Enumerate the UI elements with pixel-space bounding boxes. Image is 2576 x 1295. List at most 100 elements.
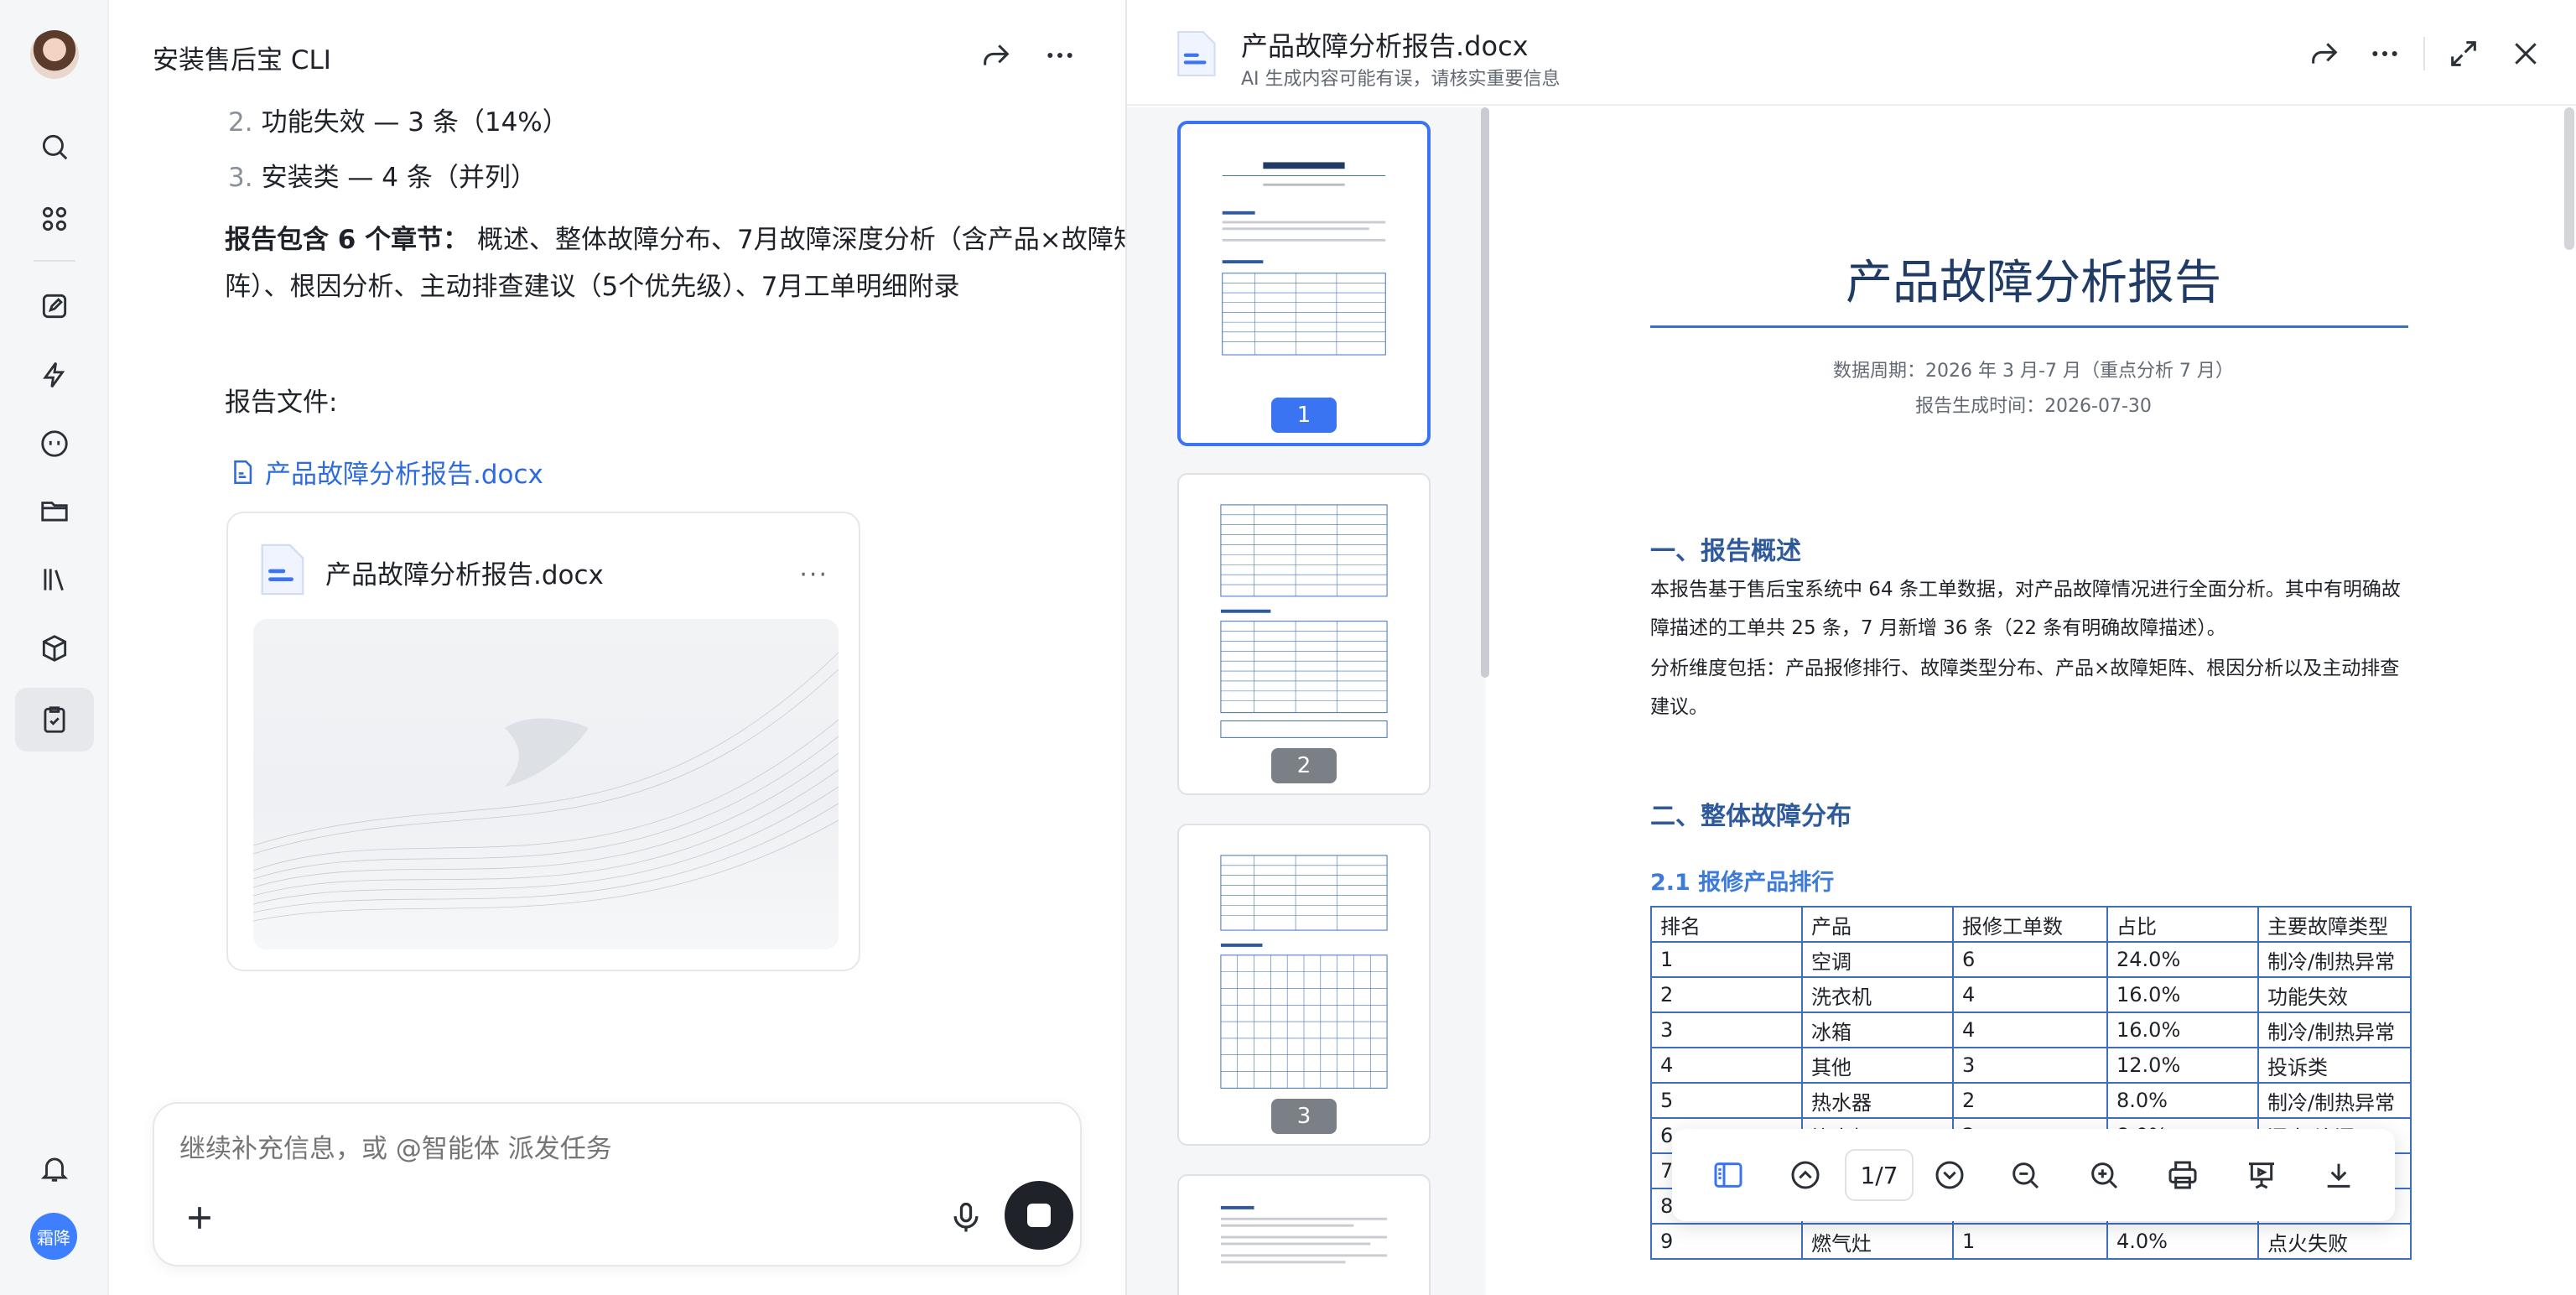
close-icon[interactable] xyxy=(2507,35,2544,72)
table-cell: 16.0% xyxy=(2106,1012,2259,1048)
table-header: 主要故障类型 xyxy=(2257,906,2412,943)
library-icon[interactable] xyxy=(34,559,75,601)
edit-icon[interactable] xyxy=(34,285,75,327)
message-input[interactable] xyxy=(179,1134,934,1164)
table-cell: 16.0% xyxy=(2106,976,2259,1013)
plus-icon[interactable] xyxy=(181,1199,218,1236)
thumbnail-page-4[interactable] xyxy=(1177,1174,1431,1295)
chat-panel: 安装售后宝 CLI 2. 功能失效 — 3 条（14%） 3. 安装类 — 4 条（… xyxy=(111,0,1140,1295)
thumbnail-page-2[interactable]: 2 xyxy=(1177,473,1431,795)
doc-generated-time: 报告生成时间：2026-07-30 xyxy=(1915,396,2152,417)
table-cell: 热水器 xyxy=(1801,1082,1954,1119)
nav-rail: 霜降 xyxy=(0,0,109,1295)
table-cell: 功能失效 xyxy=(2257,976,2412,1013)
next-page-icon[interactable] xyxy=(1929,1154,1971,1196)
more-icon[interactable] xyxy=(1041,37,1078,74)
clipboard-check-icon[interactable] xyxy=(15,688,94,752)
table-row: 3 冰箱 4 16.0% 制冷/制热异常 xyxy=(1650,1012,2412,1048)
apps-icon[interactable] xyxy=(34,198,75,240)
thumbnail-strip: 1 2 3 xyxy=(1127,107,1486,1295)
file-link[interactable]: 产品故障分析报告.docx xyxy=(228,453,543,491)
nav-divider xyxy=(34,260,75,262)
lightning-icon[interactable] xyxy=(34,354,75,396)
title-rule xyxy=(1650,325,2408,328)
table-cell: 2 xyxy=(1952,1082,2108,1119)
prev-page-icon[interactable] xyxy=(1784,1154,1826,1196)
table-cell: 制冷/制热异常 xyxy=(2257,941,2412,978)
table-cell: 4 xyxy=(1952,976,2108,1013)
stop-icon xyxy=(1027,1204,1051,1227)
thumbnail-scrollbar[interactable] xyxy=(1481,107,1489,678)
mic-icon[interactable] xyxy=(948,1198,984,1238)
zoom-in-icon[interactable] xyxy=(2083,1154,2125,1196)
folder-icon[interactable] xyxy=(34,490,75,532)
page-scrollbar[interactable] xyxy=(2564,107,2574,250)
table-cell: 点火失败 xyxy=(2257,1223,2412,1260)
table-cell: 投诉类 xyxy=(2257,1047,2412,1084)
section-paragraph: 分析维度包括：产品报修排行、故障类型分布、产品×故障矩阵、根因分析以及主动排查建… xyxy=(1650,658,2400,718)
page-indicator[interactable]: 1/7 xyxy=(1845,1149,1914,1201)
thumbnail-page-3[interactable]: 3 xyxy=(1177,824,1431,1146)
more-icon[interactable] xyxy=(2366,35,2403,72)
list-item: 2. 功能失效 — 3 条（14%） xyxy=(228,107,569,138)
file-preview xyxy=(253,619,839,949)
table-cell: 制冷/制热异常 xyxy=(2257,1012,2412,1048)
table-cell: 洗衣机 xyxy=(1801,976,1954,1013)
user-avatar-badge[interactable]: 霜降 xyxy=(30,1213,77,1260)
table-cell: 4.0% xyxy=(2106,1223,2259,1260)
card-more-button[interactable]: ··· xyxy=(799,560,828,590)
table-header-row: 排名 产品 报修工单数 占比 主要故障类型 xyxy=(1650,906,2412,943)
sidebar-toggle-icon[interactable] xyxy=(1707,1154,1749,1196)
table-cell: 4 xyxy=(1952,1012,2108,1048)
table-cell: 24.0% xyxy=(2106,941,2259,978)
report-summary: 报告包含 6 个章节： 概述、整体故障分布、7月故障深度分析（含产品×故障矩阵）… xyxy=(225,225,1140,302)
bot-icon[interactable] xyxy=(34,423,75,465)
thumbnail-page-1[interactable]: 1 xyxy=(1177,121,1431,446)
message-input-box[interactable] xyxy=(153,1102,1082,1266)
section-paragraph: 本报告基于售后宝系统中 64 条工单数据，对产品故障情况进行全面分析。其中有明确… xyxy=(1650,579,2401,639)
table-cell: 空调 xyxy=(1801,941,1954,978)
section-heading: 二、整体故障分布 xyxy=(1650,802,1852,831)
table-cell: 冰箱 xyxy=(1801,1012,1954,1048)
share-icon[interactable] xyxy=(2306,35,2343,72)
avatar[interactable] xyxy=(30,30,79,79)
preview-wave-art xyxy=(253,652,839,922)
print-icon[interactable] xyxy=(2162,1154,2204,1196)
table-cell: 12.0% xyxy=(2106,1047,2259,1084)
file-card[interactable]: 产品故障分析报告.docx ··· xyxy=(226,512,860,971)
table-row: 1 空调 6 24.0% 制冷/制热异常 xyxy=(1650,941,2412,978)
thumbnail-preview xyxy=(1220,1205,1388,1264)
viewer-disclaimer: AI 生成内容可能有误，请核实重要信息 xyxy=(1241,69,1561,90)
thumbnail-number: 1 xyxy=(1271,398,1337,433)
stop-button[interactable] xyxy=(1005,1181,1073,1250)
thumbnail-number: 2 xyxy=(1271,748,1337,783)
expand-icon[interactable] xyxy=(2445,35,2482,72)
chat-title: 安装售后宝 CLI xyxy=(153,45,331,75)
share-icon[interactable] xyxy=(978,37,1015,74)
present-icon[interactable] xyxy=(2241,1154,2283,1196)
table-cell: 1 xyxy=(1952,1223,2108,1260)
subsection-heading: 2.1 报修产品排行 xyxy=(1650,870,1835,896)
card-file-name: 产品故障分析报告.docx xyxy=(325,560,604,590)
table-cell: 8.0% xyxy=(2106,1082,2259,1119)
header-divider xyxy=(2423,37,2425,70)
file-label: 报告文件: xyxy=(225,387,338,418)
table-header: 报修工单数 xyxy=(1952,906,2108,943)
zoom-out-icon[interactable] xyxy=(2004,1154,2046,1196)
table-header: 占比 xyxy=(2106,906,2259,943)
thumbnail-preview xyxy=(1222,162,1386,356)
table-cell: 1 xyxy=(1650,941,1803,978)
table-cell: 制冷/制热异常 xyxy=(2257,1082,2412,1119)
section-heading: 一、报告概述 xyxy=(1650,537,1801,566)
table-cell: 4 xyxy=(1650,1047,1803,1084)
download-icon[interactable] xyxy=(2318,1154,2360,1196)
cube-icon[interactable] xyxy=(34,627,75,669)
table-cell: 其他 xyxy=(1801,1047,1954,1084)
table-row: 4 其他 3 12.0% 投诉类 xyxy=(1650,1047,2412,1084)
thumbnail-preview xyxy=(1220,504,1388,738)
bell-icon[interactable] xyxy=(34,1147,75,1189)
table-cell: 燃气灶 xyxy=(1801,1223,1954,1260)
doc-file-icon xyxy=(1177,30,1216,77)
table-row: 2 洗衣机 4 16.0% 功能失效 xyxy=(1650,976,2412,1013)
search-icon[interactable] xyxy=(34,126,75,168)
